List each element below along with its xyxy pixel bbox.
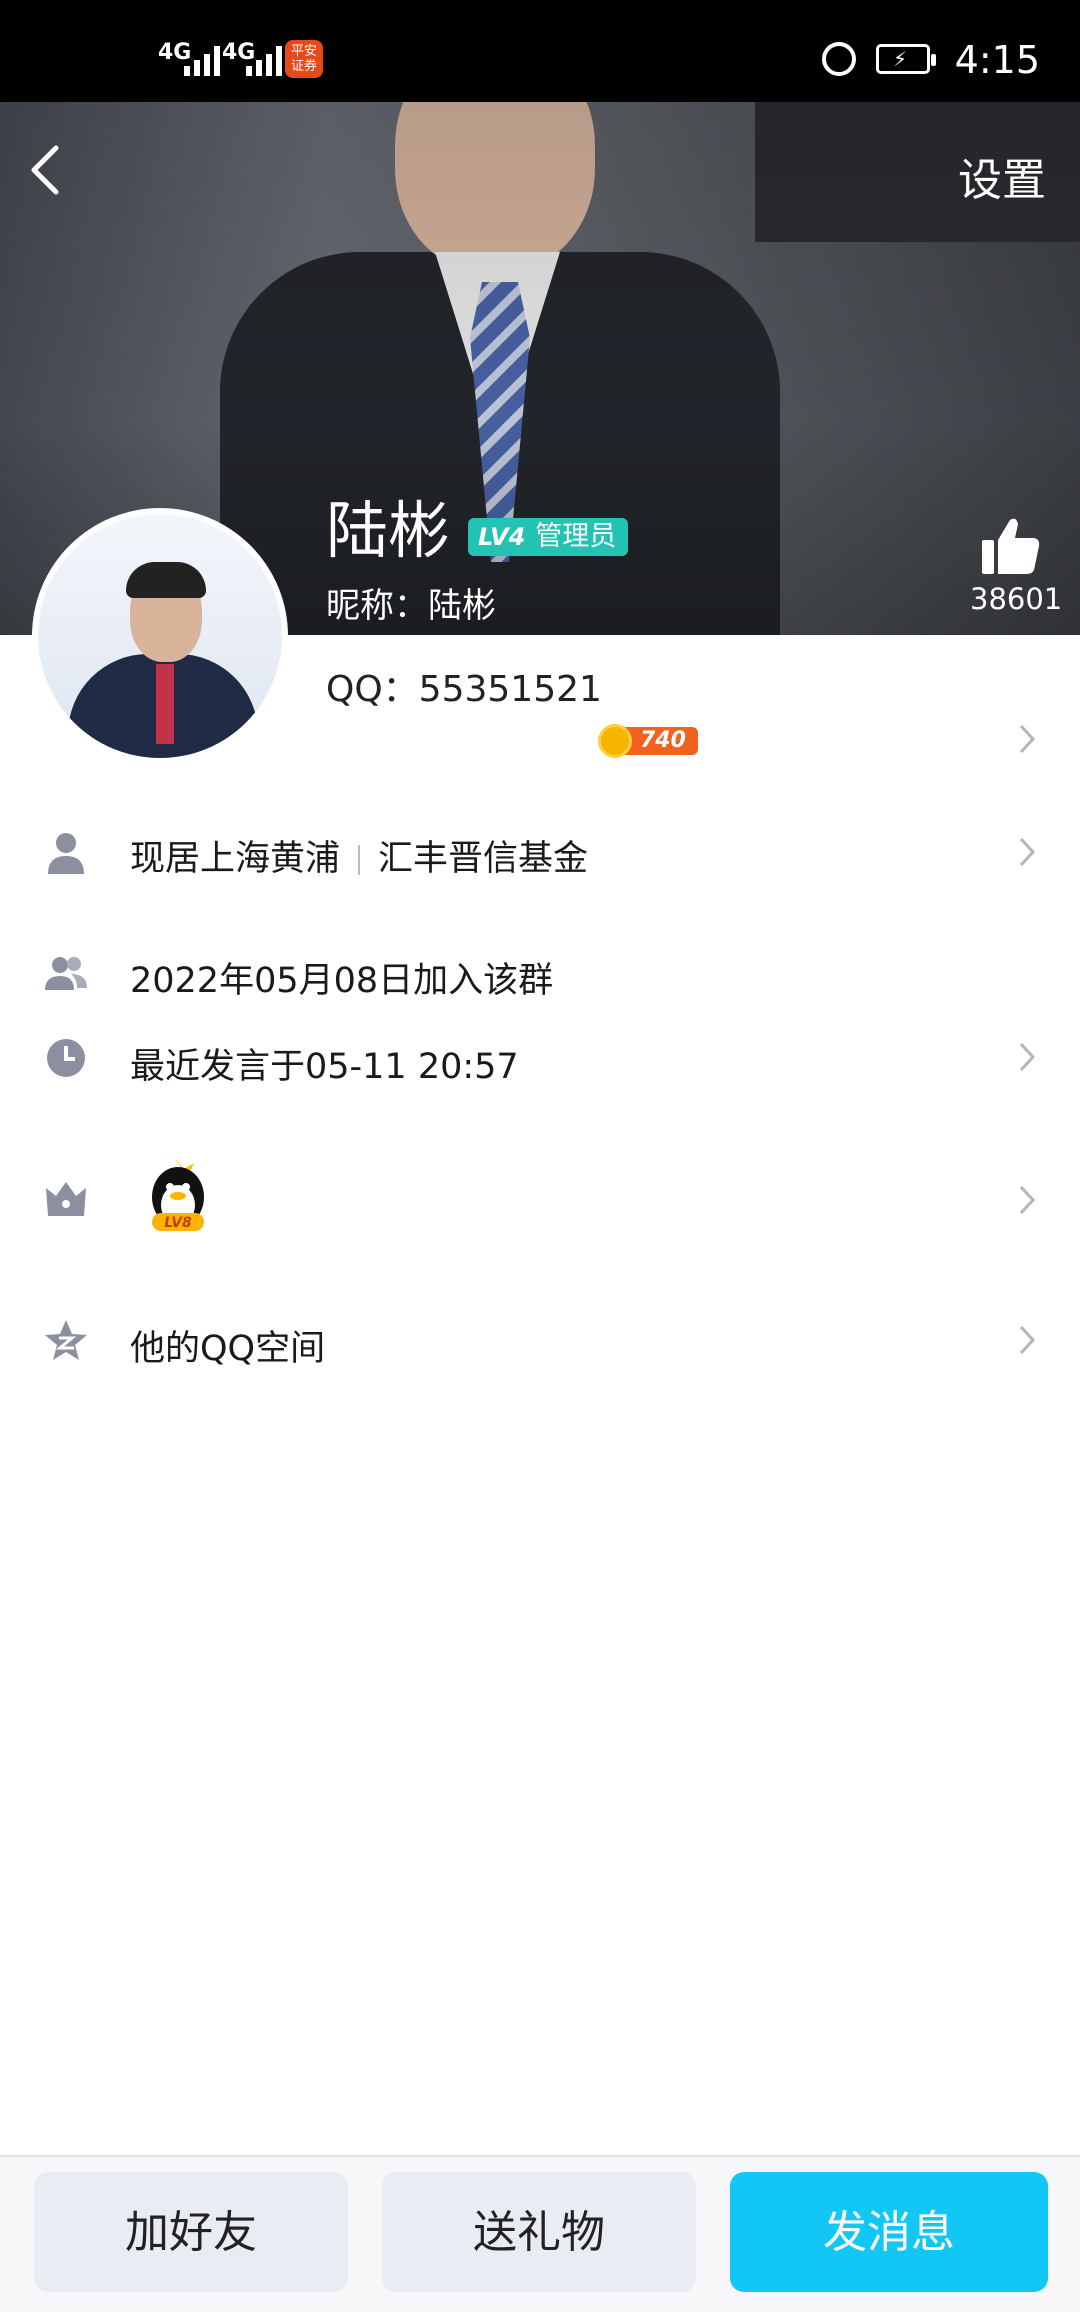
add-friend-button[interactable]: 加好友 [34, 2172, 348, 2292]
group-icon [45, 957, 87, 990]
badge-role: 管理员 [535, 521, 617, 552]
signal-bars-icon [184, 42, 220, 76]
chevron-right-icon[interactable] [1017, 722, 1037, 756]
coin-icon [598, 724, 632, 758]
profile-name: 陆彬 [326, 494, 451, 567]
crown-icon [46, 1182, 86, 1216]
like-count: 38601 [970, 582, 1063, 616]
settings-button[interactable]: 设置 [958, 144, 1046, 208]
send-message-button[interactable]: 发消息 [730, 2172, 1048, 2292]
thumbs-up-icon[interactable] [980, 516, 1042, 576]
nickname: 昵称：陆彬 [326, 586, 496, 626]
app-notification-icon: 平安证券 [285, 40, 323, 78]
badge-level: LV4 [478, 523, 526, 551]
back-arrow-icon[interactable] [22, 140, 72, 200]
last-speak[interactable]: 最近发言于05-11 20:57 [130, 1038, 519, 1089]
send-gift-button[interactable]: 送礼物 [382, 2172, 696, 2292]
signal-bars-icon-2 [246, 42, 282, 76]
status-bar: 4G 4G 平安证券 ⚡ 4:15 [0, 0, 1080, 102]
location-text: 现居上海黄浦 [130, 839, 341, 879]
qzone-star-icon [45, 1320, 87, 1360]
chevron-right-icon[interactable] [1017, 1040, 1037, 1074]
alarm-icon [822, 42, 856, 76]
person-icon [48, 833, 84, 874]
qzone-link[interactable]: 他的QQ空间 [130, 1320, 325, 1371]
qq-penguin-level-icon[interactable]: LV8 [144, 1155, 212, 1235]
chevron-right-icon[interactable] [1017, 835, 1037, 869]
qq-number: QQ：55351521 [326, 669, 602, 710]
level-text: LV8 [164, 1215, 192, 1231]
clock-icon [47, 1039, 85, 1077]
battery-icon: ⚡ [876, 44, 936, 74]
coin-value: 740 [622, 727, 698, 755]
avatar[interactable] [38, 514, 282, 758]
clock: 4:15 [954, 38, 1040, 82]
coin-badge: 740 [598, 724, 698, 758]
role-badge: LV4 管理员 [468, 518, 629, 556]
company-text: 汇丰晋信基金 [378, 839, 589, 879]
chevron-right-icon[interactable] [1017, 1183, 1037, 1217]
location-row[interactable]: 现居上海黄浦 汇丰晋信基金 [130, 830, 588, 881]
chevron-right-icon[interactable] [1017, 1323, 1037, 1357]
join-date: 2022年05月08日加入该群 [130, 961, 554, 1001]
